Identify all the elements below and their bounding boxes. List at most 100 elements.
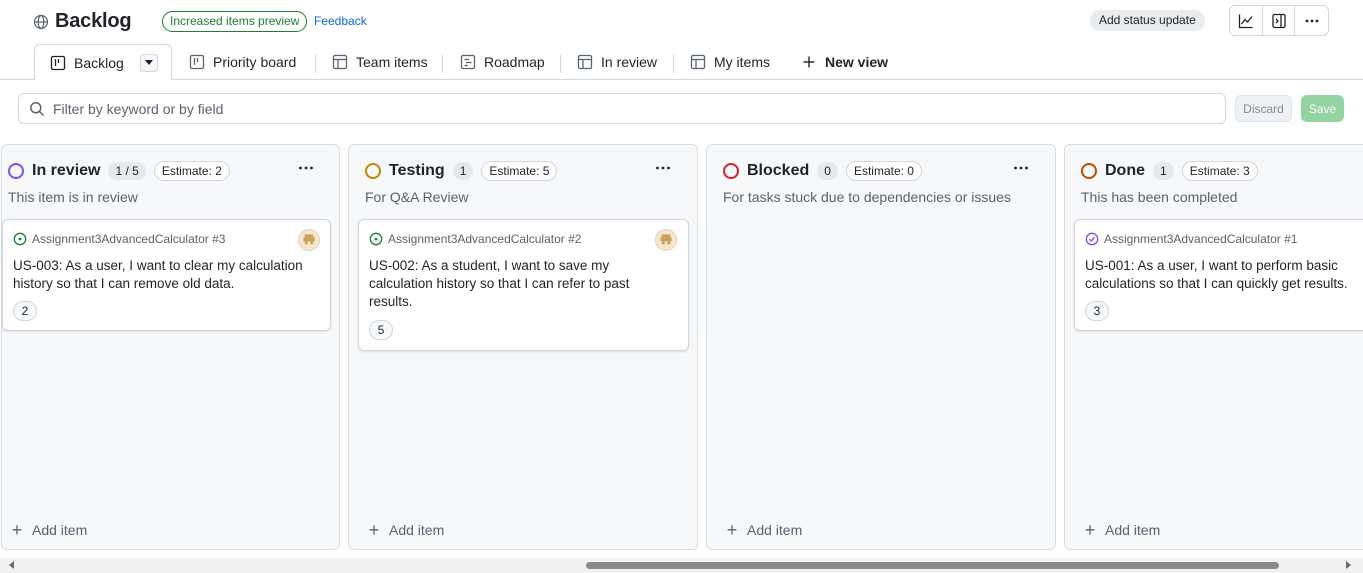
chart-line-icon bbox=[1238, 14, 1253, 28]
filter-bar[interactable] bbox=[18, 93, 1226, 124]
item-count-badge: 1 bbox=[452, 162, 474, 180]
table-icon bbox=[332, 54, 348, 70]
tab-menu-button[interactable] bbox=[139, 53, 158, 72]
column-header: Blocked 0 Estimate: 0 bbox=[723, 161, 922, 181]
kebab-horizontal-icon bbox=[1305, 19, 1319, 22]
tab-priority-board[interactable]: Priority board bbox=[189, 44, 296, 80]
column-menu-button[interactable] bbox=[294, 159, 318, 177]
plus-icon: + bbox=[1084, 520, 1096, 540]
plus-icon bbox=[803, 56, 815, 68]
tab-label: New view bbox=[825, 54, 889, 70]
card-meta: Assignment3AdvancedCalculator #3 bbox=[13, 232, 225, 246]
tab-label: Priority board bbox=[213, 54, 297, 70]
tab-label: Roadmap bbox=[484, 54, 545, 70]
card-repo-link[interactable]: Assignment3AdvancedCalculator #3 bbox=[32, 232, 225, 246]
column-done: Done 1 Estimate: 3 This has been complet… bbox=[1064, 144, 1363, 550]
card-estimate: 2 bbox=[13, 301, 37, 321]
avatar[interactable] bbox=[298, 229, 320, 251]
save-button[interactable]: Save bbox=[1301, 95, 1344, 122]
issue-open-icon bbox=[369, 232, 383, 246]
add-item-button[interactable]: + Add item bbox=[1083, 520, 1161, 540]
avatar[interactable] bbox=[655, 229, 677, 251]
card-estimate: 5 bbox=[369, 320, 393, 340]
scroll-right-arrow-icon[interactable] bbox=[1346, 561, 1351, 569]
status-circle-icon bbox=[365, 163, 381, 179]
scroll-left-arrow-icon[interactable] bbox=[9, 561, 14, 569]
new-view-button[interactable]: New view bbox=[801, 44, 888, 80]
item-card[interactable]: Assignment3AdvancedCalculator #2 US-002:… bbox=[358, 219, 689, 351]
column-title: In review bbox=[32, 162, 101, 179]
item-count-badge: 0 bbox=[817, 162, 838, 180]
scrollbar-thumb[interactable] bbox=[586, 562, 1279, 569]
column-menu-button[interactable] bbox=[651, 159, 675, 177]
board-icon bbox=[189, 54, 205, 70]
estimate-badge: Estimate: 2 bbox=[153, 161, 230, 181]
filter-input[interactable] bbox=[53, 100, 1153, 117]
tab-divider bbox=[442, 55, 443, 73]
column-in-review: In review 1 / 5 Estimate: 2 This item is… bbox=[1, 144, 340, 550]
column-menu-button[interactable] bbox=[1009, 159, 1033, 177]
tab-team-items[interactable]: Team items bbox=[332, 44, 428, 80]
globe-icon bbox=[33, 14, 49, 29]
status-circle-icon bbox=[1081, 163, 1097, 179]
kebab-horizontal-icon bbox=[1014, 166, 1028, 170]
tab-label: In review bbox=[601, 54, 658, 70]
board-icon bbox=[50, 55, 66, 70]
tab-backlog[interactable]: Backlog bbox=[34, 44, 172, 81]
title-wrap: Backlog bbox=[33, 10, 132, 33]
add-item-button[interactable]: + Add item bbox=[10, 520, 88, 540]
tab-roadmap[interactable]: Roadmap bbox=[460, 44, 545, 80]
status-circle-icon bbox=[723, 163, 739, 179]
identicon-icon bbox=[660, 234, 672, 245]
add-item-button[interactable]: + Add item bbox=[367, 521, 445, 539]
table-icon bbox=[577, 54, 593, 70]
card-title[interactable]: US-001: As a user, I want to perform bas… bbox=[1085, 257, 1363, 293]
kebab-horizontal-icon bbox=[299, 166, 313, 170]
discard-button[interactable]: Discard bbox=[1235, 95, 1292, 122]
add-item-label: Add item bbox=[1105, 522, 1161, 538]
estimate-badge: Estimate: 5 bbox=[481, 161, 558, 181]
column-description: This item is in review bbox=[8, 189, 138, 205]
horizontal-scrollbar[interactable] bbox=[0, 558, 1363, 573]
item-card[interactable]: Assignment3AdvancedCalculator #1 US-001:… bbox=[1074, 219, 1363, 331]
card-repo-link[interactable]: Assignment3AdvancedCalculator #1 bbox=[1104, 232, 1297, 246]
feedback-link[interactable]: Feedback bbox=[314, 14, 367, 28]
card-estimate: 3 bbox=[1085, 301, 1109, 321]
issue-open-icon bbox=[13, 232, 27, 246]
preview-badge: Increased items preview bbox=[162, 11, 308, 32]
table-icon bbox=[690, 54, 706, 70]
item-count-badge: 1 bbox=[1153, 162, 1174, 180]
item-count-badge: 1 / 5 bbox=[108, 162, 146, 180]
card-title[interactable]: US-003: As a user, I want to clear my ca… bbox=[13, 257, 323, 293]
column-description: For tasks stuck due to dependencies or i… bbox=[723, 189, 1011, 205]
add-status-update-button[interactable]: Add status update bbox=[1090, 10, 1205, 31]
identicon-icon bbox=[303, 234, 315, 245]
page-title[interactable]: Backlog bbox=[55, 10, 132, 33]
estimate-badge: Estimate: 0 bbox=[845, 161, 922, 181]
tab-in-review[interactable]: In review bbox=[577, 44, 657, 80]
more-options-button[interactable] bbox=[1295, 6, 1328, 35]
insights-button[interactable] bbox=[1230, 6, 1263, 35]
item-card[interactable]: Assignment3AdvancedCalculator #3 US-003:… bbox=[2, 219, 331, 331]
column-testing: Testing 1 Estimate: 5 For Q&A Review Ass… bbox=[348, 144, 698, 550]
sidebar-expand-icon bbox=[1271, 13, 1286, 28]
column-header: Done 1 Estimate: 3 bbox=[1081, 161, 1258, 181]
side-panel-button[interactable] bbox=[1263, 6, 1296, 35]
header-icon-group bbox=[1229, 5, 1329, 36]
column-header: Testing 1 Estimate: 5 bbox=[365, 161, 558, 181]
add-item-button[interactable]: + Add item bbox=[725, 521, 803, 539]
column-title: Testing bbox=[389, 162, 445, 179]
card-title[interactable]: US-002: As a student, I want to save my … bbox=[369, 257, 669, 311]
tab-my-items[interactable]: My items bbox=[690, 44, 770, 80]
plus-icon: + bbox=[11, 520, 23, 540]
tab-label: My items bbox=[714, 54, 770, 70]
column-title: Done bbox=[1105, 162, 1145, 179]
issue-closed-icon bbox=[1085, 232, 1099, 246]
card-repo-link[interactable]: Assignment3AdvancedCalculator #2 bbox=[388, 232, 581, 246]
search-icon bbox=[30, 101, 45, 116]
status-circle-icon bbox=[8, 163, 24, 179]
column-blocked: Blocked 0 Estimate: 0 For tasks stuck du… bbox=[706, 144, 1056, 550]
tab-label: Team items bbox=[356, 54, 428, 70]
tab-divider bbox=[315, 55, 316, 73]
add-item-label: Add item bbox=[32, 522, 88, 538]
